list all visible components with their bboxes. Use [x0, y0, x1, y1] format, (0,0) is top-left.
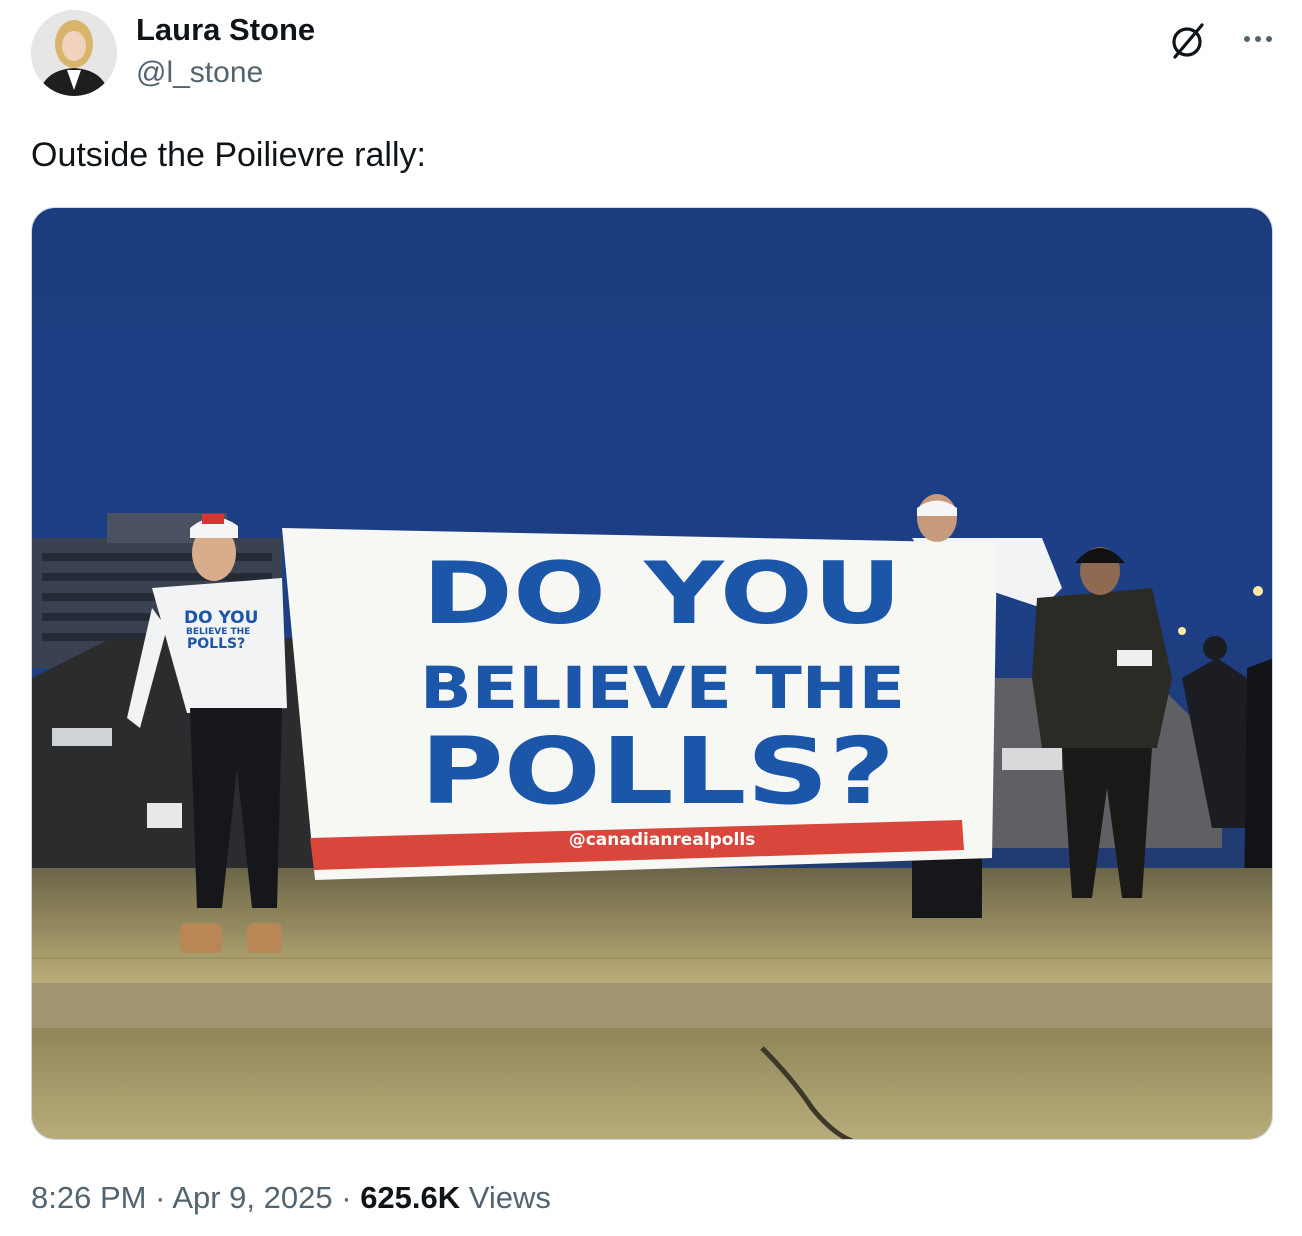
banner-line-3: POLLS?: [420, 718, 895, 825]
more-dot: [1266, 36, 1272, 42]
more-dot: [1244, 36, 1250, 42]
banner-handle: @canadianrealpolls: [569, 830, 756, 850]
tweet-photo[interactable]: DO YOU BELIEVE THE POLLS? DO YOU BELIEVE…: [31, 207, 1273, 1140]
author-name[interactable]: Laura Stone: [136, 12, 315, 48]
road: [32, 1028, 1272, 1139]
more-icon[interactable]: [1236, 22, 1280, 56]
grok-icon[interactable]: [1166, 20, 1208, 62]
separator: ·: [341, 1180, 352, 1215]
more-dot: [1255, 36, 1261, 42]
photo-scene: DO YOU BELIEVE THE POLLS? DO YOU BELIEVE…: [32, 208, 1272, 1139]
author-handle[interactable]: @l_stone: [136, 56, 263, 90]
curb: [32, 983, 1272, 1033]
tweet-text: Outside the Poilievre rally:: [31, 136, 426, 174]
views-label: Views: [468, 1180, 551, 1215]
man-jacket: [1032, 588, 1172, 748]
separator: ·: [155, 1180, 166, 1215]
tweet-time[interactable]: 8:26 PM: [31, 1180, 146, 1215]
tweet-meta: 8:26 PM · Apr 9, 2025 · 625.6K Views: [31, 1180, 551, 1216]
tweet-date[interactable]: Apr 9, 2025: [172, 1180, 332, 1215]
banner-line-1: DO YOU: [422, 544, 902, 644]
views-count: 625.6K: [360, 1180, 461, 1215]
banner-line-2: BELIEVE THE: [420, 654, 905, 722]
shirt-line-1: DO YOU: [184, 608, 258, 628]
avatar-image: [31, 10, 117, 96]
avatar[interactable]: [31, 10, 117, 96]
shirt-line-3: POLLS?: [187, 636, 245, 652]
